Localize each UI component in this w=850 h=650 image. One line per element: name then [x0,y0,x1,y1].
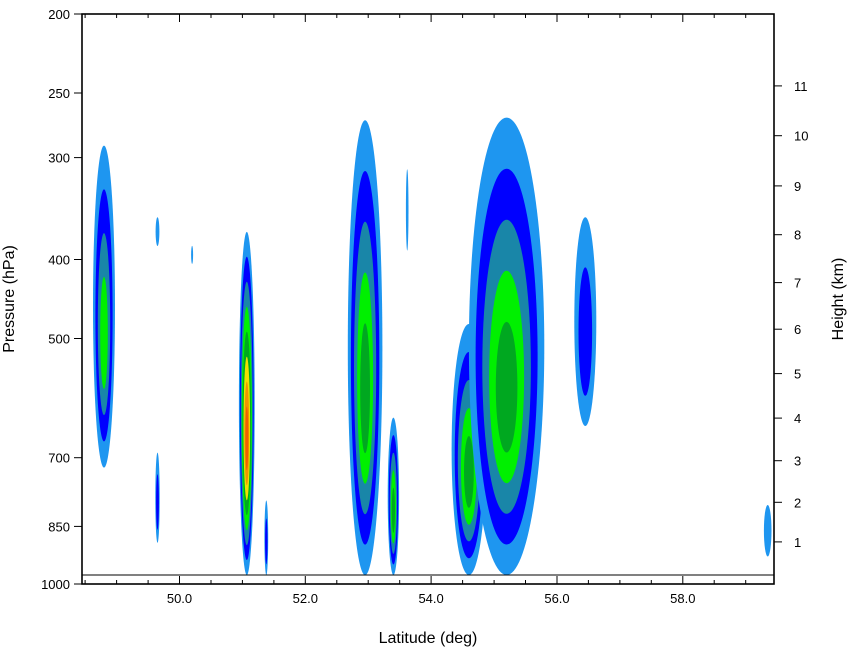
y2-tick-label: 6 [794,322,801,337]
y2-tick-label: 5 [794,367,801,382]
contour-cell-3-level-1 [191,245,194,264]
x-axis: 50.0 52.0 54.0 56.0 58.0 [84,14,747,606]
terrain-fill [82,575,774,584]
y-tick-label: 700 [48,451,70,466]
x-tick-label: 52.0 [293,591,318,606]
y2-tick-label: 3 [794,454,801,469]
y-axis-right: 1 2 3 4 5 6 7 8 9 10 11 [774,79,808,550]
y2-tick-label: 2 [794,495,801,510]
y-tick-label: 1000 [41,577,70,592]
y-tick-label: 200 [48,7,70,22]
y-axis-title: Pressure (hPa) [1,245,18,353]
x-tick-label: 58.0 [670,591,695,606]
y2-tick-label: 7 [794,276,801,291]
y2-axis-title: Height (km) [830,258,847,341]
contour-cell-12-level-1 [763,505,772,557]
contour-cell-6-level-5 [360,323,370,454]
x-tick-label: 54.0 [418,591,443,606]
plot-frame [81,13,775,585]
y2-tick-label: 1 [794,535,801,550]
x-tick-label: 50.0 [167,591,192,606]
y2-tick-label: 8 [794,228,801,243]
terrain-outline [82,574,774,584]
contour-cell-2-level-2 [156,474,159,530]
contour-cell-0-level-4 [100,276,108,389]
y-tick-label: 500 [48,332,70,347]
plot-area [93,117,772,576]
y-tick-label: 400 [48,253,70,268]
y-axis-left: 200 250 300 400 500 700 850 1000 [41,7,82,592]
pressure-latitude-cross-section: 50.0 52.0 54.0 56.0 58.0 200 250 300 400 500 700 8… [1,7,847,647]
x-tick-label: 56.0 [544,591,569,606]
y2-tick-label: 4 [794,411,801,426]
contour-cell-8-level-1 [405,169,409,251]
x-axis-title: Latitude (deg) [379,630,478,647]
y2-tick-label: 10 [794,129,808,144]
contour-cell-4-level-8 [245,406,249,471]
contour-cell-10-level-5 [495,321,518,453]
y2-tick-label: 11 [794,79,808,94]
contour-cell-1-level-1 [155,217,160,247]
contour-cell-11-level-2 [578,267,593,396]
y-tick-label: 250 [48,86,70,101]
y2-tick-label: 9 [794,179,801,194]
contour-cell-5-level-2 [265,518,268,565]
contour-cell-9-level-5 [464,436,474,508]
y-tick-label: 850 [48,519,70,534]
y-tick-label: 300 [48,151,70,166]
contour-cell-7-level-5 [391,487,395,533]
